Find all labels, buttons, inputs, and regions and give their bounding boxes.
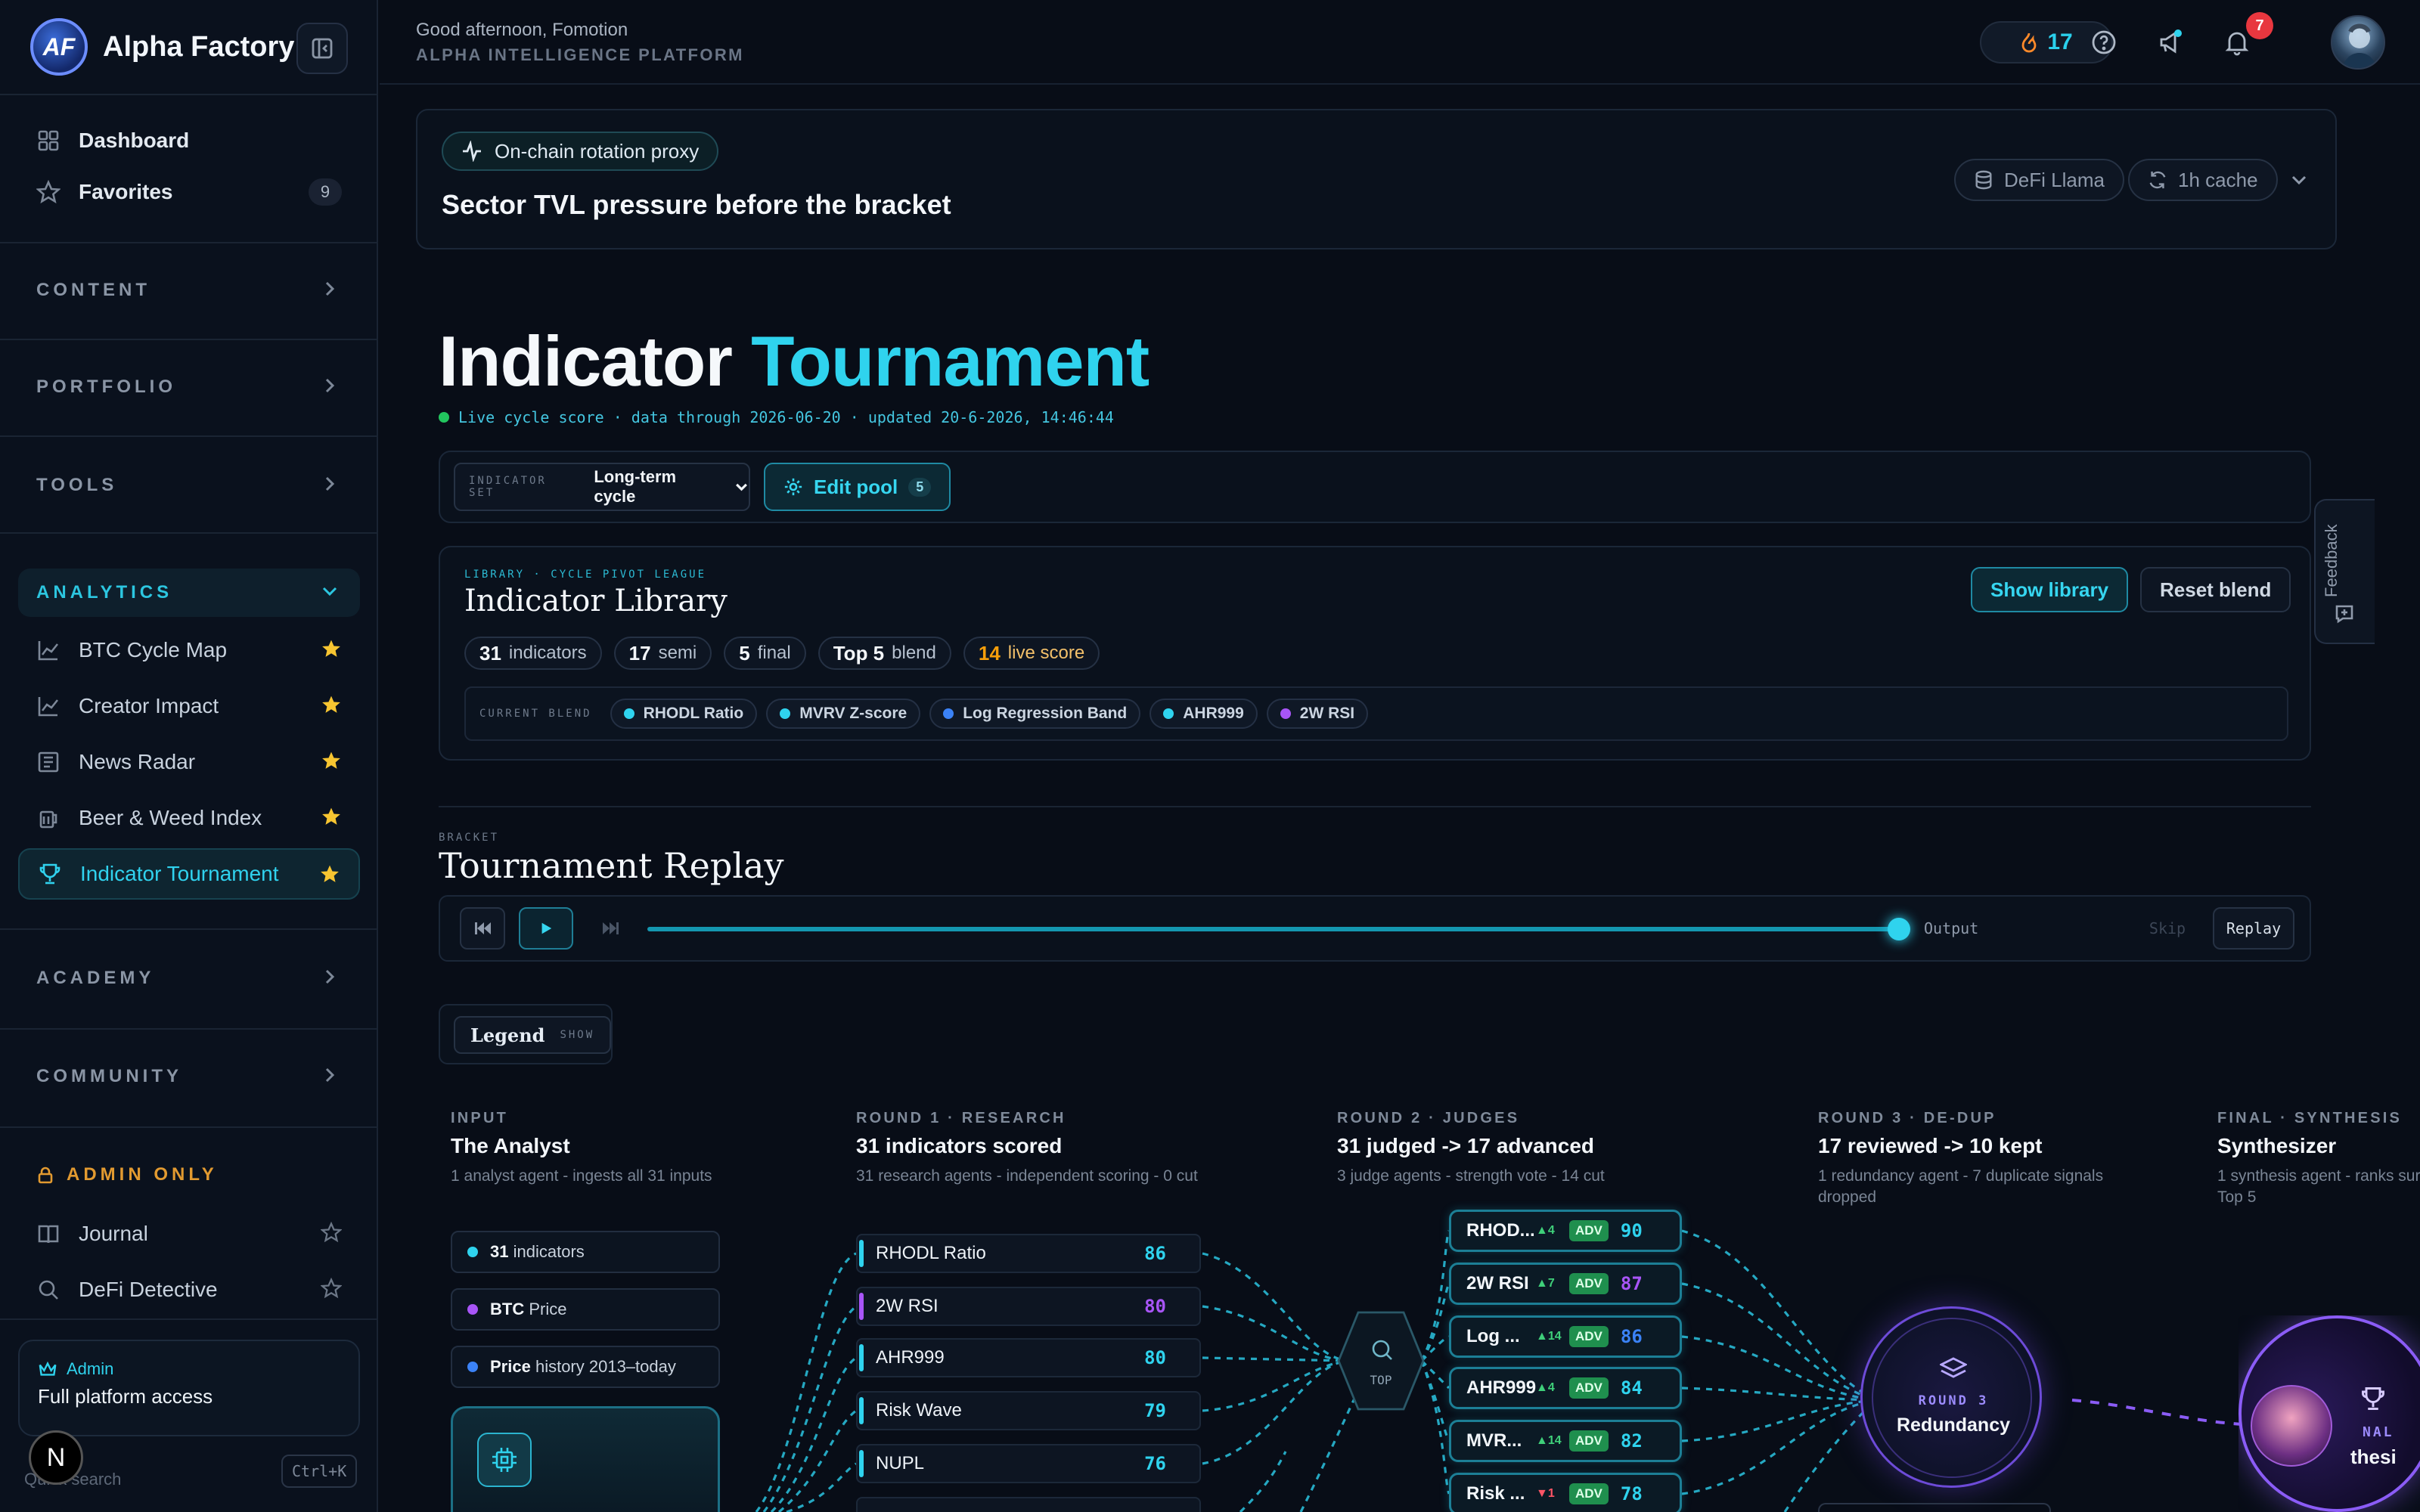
indicator-name: 2W RSI bbox=[1466, 1273, 1529, 1294]
indicator-name: Risk ... bbox=[1466, 1483, 1525, 1504]
round2-row[interactable]: AHR999 ▲4 ADV 84 bbox=[1449, 1367, 1682, 1409]
analyst-node[interactable] bbox=[451, 1406, 720, 1512]
input-row: BTC Price bbox=[451, 1288, 720, 1331]
input-dot bbox=[467, 1247, 478, 1257]
round2-row[interactable]: Risk ... ▼1 ADV 78 bbox=[1449, 1473, 1682, 1512]
indicator-name: AHR999 bbox=[876, 1347, 945, 1368]
cpu-icon bbox=[477, 1433, 532, 1487]
round2-row[interactable]: Log ... ▲14 ADV 86 bbox=[1449, 1315, 1682, 1358]
synthesizer-avatar bbox=[2251, 1385, 2332, 1467]
score-bar bbox=[859, 1293, 864, 1320]
round1-row[interactable]: AHR999 80 bbox=[856, 1338, 1201, 1377]
round3-label: ROUND 3 bbox=[1918, 1393, 1989, 1408]
input-dot bbox=[467, 1362, 478, 1372]
round2-row[interactable]: 2W RSI ▲7 ADV 87 bbox=[1449, 1263, 1682, 1305]
round1-row[interactable]: Risk Wave 79 bbox=[856, 1391, 1201, 1430]
indicator-score: 86 bbox=[1620, 1326, 1643, 1347]
advanced-badge: ADV bbox=[1569, 1220, 1609, 1241]
score-bar bbox=[859, 1344, 864, 1371]
rank-delta: ▲14 bbox=[1536, 1434, 1562, 1447]
input-rest: indicators bbox=[513, 1242, 585, 1261]
rank-delta: ▲4 bbox=[1536, 1224, 1555, 1237]
round3-card-partial bbox=[1818, 1503, 2051, 1512]
input-row: Price history 2013–today bbox=[451, 1346, 720, 1388]
round3-title: Redundancy bbox=[1896, 1414, 2011, 1436]
input-bold: 31 bbox=[490, 1242, 509, 1261]
indicator-name: MVR... bbox=[1466, 1430, 1522, 1451]
round1-row-partial bbox=[856, 1497, 1201, 1512]
indicator-score: 82 bbox=[1620, 1430, 1643, 1452]
advanced-badge: ADV bbox=[1569, 1273, 1609, 1294]
round2-row[interactable]: RHOD... ▲4 ADV 90 bbox=[1449, 1210, 1682, 1252]
advanced-badge: ADV bbox=[1569, 1377, 1609, 1399]
advanced-badge: ADV bbox=[1569, 1483, 1609, 1504]
indicator-score: 79 bbox=[1144, 1400, 1166, 1421]
indicator-score: 80 bbox=[1144, 1296, 1166, 1317]
rank-delta: ▲7 bbox=[1536, 1277, 1555, 1290]
rank-delta: ▲14 bbox=[1536, 1330, 1562, 1343]
input-rest: history 2013–today bbox=[535, 1357, 676, 1376]
judges-hex-label: TOP bbox=[1370, 1373, 1392, 1387]
indicator-score: 90 bbox=[1620, 1220, 1643, 1241]
advanced-badge: ADV bbox=[1569, 1326, 1609, 1347]
indicator-score: 80 bbox=[1144, 1347, 1166, 1368]
round1-row[interactable]: RHODL Ratio 86 bbox=[856, 1234, 1201, 1273]
rank-delta: ▲4 bbox=[1536, 1381, 1555, 1394]
indicator-name: 2W RSI bbox=[876, 1296, 939, 1316]
input-bold: Price bbox=[490, 1357, 531, 1376]
indicator-score: 87 bbox=[1620, 1273, 1643, 1294]
indicator-name: AHR999 bbox=[1466, 1377, 1536, 1398]
score-bar bbox=[859, 1240, 864, 1267]
layers-icon bbox=[1940, 1357, 1967, 1378]
indicator-name: NUPL bbox=[876, 1453, 925, 1473]
rank-delta: ▼1 bbox=[1536, 1487, 1555, 1500]
score-bar bbox=[859, 1450, 864, 1477]
indicator-score: 84 bbox=[1620, 1377, 1643, 1399]
input-dot bbox=[467, 1304, 478, 1315]
indicator-score: 76 bbox=[1144, 1453, 1166, 1474]
round1-row[interactable]: 2W RSI 80 bbox=[856, 1287, 1201, 1326]
bracket-connectors bbox=[755, 1229, 2285, 1512]
advanced-badge: ADV bbox=[1569, 1430, 1609, 1452]
input-row: 31 indicators bbox=[451, 1231, 720, 1273]
judges-hex-node[interactable]: TOP bbox=[1337, 1309, 1425, 1412]
score-bar bbox=[859, 1397, 864, 1424]
final-title: thesi bbox=[2350, 1445, 2397, 1468]
trophy-icon bbox=[2362, 1387, 2384, 1410]
round2-row[interactable]: MVR... ▲14 ADV 82 bbox=[1449, 1420, 1682, 1462]
input-text: 31 indicators bbox=[490, 1242, 585, 1262]
final-label: NAL bbox=[2363, 1424, 2394, 1440]
indicator-name: Log ... bbox=[1466, 1326, 1520, 1346]
indicator-score: 86 bbox=[1144, 1243, 1166, 1264]
indicator-score: 78 bbox=[1620, 1483, 1643, 1504]
indicator-name: Risk Wave bbox=[876, 1400, 962, 1421]
final-synthesizer-node[interactable]: NAL thesi bbox=[2238, 1315, 2420, 1512]
input-text: Price history 2013–today bbox=[490, 1357, 676, 1377]
round3-redundancy-node[interactable]: ROUND 3 Redundancy bbox=[1860, 1306, 2042, 1488]
round1-row[interactable]: NUPL 76 bbox=[856, 1444, 1201, 1483]
hexagon-icon bbox=[1337, 1311, 1425, 1411]
indicator-name: RHOD... bbox=[1466, 1220, 1535, 1241]
indicator-name: RHODL Ratio bbox=[876, 1243, 986, 1263]
input-text: BTC Price bbox=[490, 1300, 566, 1319]
input-rest: Price bbox=[529, 1300, 567, 1318]
input-bold: BTC bbox=[490, 1300, 525, 1318]
